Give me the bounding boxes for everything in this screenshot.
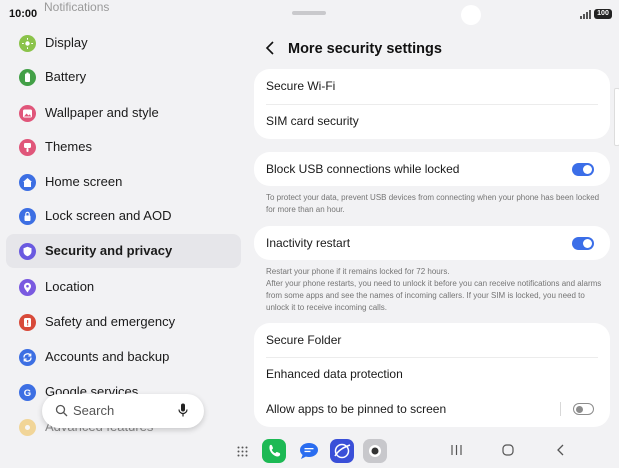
- inactivity-restart-description: Restart your phone if it remains locked …: [266, 266, 606, 314]
- taskbar: [0, 428, 619, 467]
- detail-panel: More security settings Secure Wi-Fi SIM …: [248, 26, 619, 467]
- sidebar-item-lock-screen[interactable]: Lock screen and AOD: [6, 199, 241, 233]
- sun-icon: [19, 35, 36, 52]
- sidebar-item-home-screen[interactable]: Home screen: [6, 165, 241, 199]
- usb-block-card: Block USB connections while locked: [254, 152, 610, 186]
- sidebar-item-wallpaper[interactable]: Wallpaper and style: [6, 96, 241, 130]
- app-pinning-row[interactable]: Allow apps to be pinned to screen: [254, 392, 610, 426]
- svg-text:G: G: [24, 388, 31, 398]
- folder-protection-card: Secure Folder Enhanced data protection A…: [254, 323, 610, 427]
- enhanced-data-protection-row[interactable]: Enhanced data protection: [254, 357, 610, 391]
- home-icon: [19, 174, 36, 191]
- recents-button[interactable]: [451, 444, 462, 456]
- camera-cutout: [461, 5, 481, 25]
- google-icon: G: [19, 384, 36, 401]
- phone-app-icon[interactable]: [262, 439, 286, 463]
- sidebar-item-label: Home screen: [45, 174, 123, 189]
- image-icon: [19, 105, 36, 122]
- sidebar-item-safety-emergency[interactable]: Safety and emergency: [6, 305, 241, 339]
- sync-icon: [19, 349, 36, 366]
- scrollbar[interactable]: [614, 88, 619, 146]
- internet-browser-app-icon[interactable]: [330, 439, 354, 463]
- battery-indicator: 100: [594, 9, 612, 19]
- block-usb-row[interactable]: Block USB connections while locked: [254, 152, 610, 186]
- sidebar-item-label: Display: [45, 35, 88, 50]
- inactivity-restart-card: Inactivity restart: [254, 226, 610, 260]
- block-usb-toggle[interactable]: [572, 163, 594, 176]
- inactivity-restart-toggle[interactable]: [572, 237, 594, 250]
- secure-folder-label: Secure Folder: [266, 333, 342, 347]
- notifications-ghost-label: Notifications: [44, 0, 110, 14]
- messages-app-icon[interactable]: [297, 439, 321, 463]
- app-pinning-toggle[interactable]: [573, 403, 594, 415]
- secure-wifi-row[interactable]: Secure Wi-Fi: [254, 69, 610, 103]
- secure-wifi-label: Secure Wi-Fi: [266, 79, 336, 93]
- inactivity-restart-desc-line2: After your phone restarts, you need to u…: [266, 279, 602, 312]
- shield-icon: [19, 243, 36, 260]
- app-drawer-icon[interactable]: [237, 446, 248, 457]
- search-bar[interactable]: Search: [42, 394, 204, 428]
- sidebar-item-label: Lock screen and AOD: [45, 208, 172, 223]
- search-placeholder: Search: [73, 403, 115, 418]
- sidebar-item-label: Themes: [45, 139, 92, 154]
- sim-card-security-row[interactable]: SIM card security: [254, 104, 610, 138]
- block-usb-description: To protect your data, prevent USB device…: [266, 193, 600, 214]
- inactivity-restart-desc-line1: Restart your phone if it remains locked …: [266, 267, 450, 276]
- clock: 10:00: [9, 8, 38, 20]
- status-bar: Notifications 10:00 100: [0, 0, 619, 26]
- search-icon: [55, 404, 68, 417]
- block-usb-label: Block USB connections while locked: [266, 162, 460, 176]
- sidebar-item-display[interactable]: Display: [6, 26, 241, 60]
- location-pin-icon: [19, 279, 36, 296]
- sidebar-item-themes[interactable]: Themes: [6, 130, 241, 164]
- sidebar-item-label: Wallpaper and style: [45, 105, 159, 120]
- alert-icon: [19, 314, 36, 331]
- sidebar-item-battery[interactable]: Battery: [6, 60, 241, 94]
- page-title: More security settings: [288, 41, 442, 57]
- sidebar-item-location[interactable]: Location: [6, 270, 241, 304]
- toggle-knob: [576, 405, 583, 413]
- sidebar-item-accounts-backup[interactable]: Accounts and backup: [6, 340, 241, 374]
- toggle-knob: [583, 239, 592, 248]
- drag-handle[interactable]: [292, 11, 326, 15]
- sidebar-item-label: Location: [45, 279, 95, 294]
- back-arrow-icon[interactable]: [264, 40, 278, 56]
- inactivity-restart-row[interactable]: Inactivity restart: [254, 226, 610, 260]
- battery-icon: [19, 69, 36, 86]
- toggle-knob: [583, 165, 592, 174]
- sidebar-item-security-privacy[interactable]: Security and privacy: [6, 234, 241, 268]
- settings-sidebar: Display Battery Wallpaper and style Them…: [0, 26, 248, 467]
- secure-folder-row[interactable]: Secure Folder: [254, 323, 610, 357]
- signal-icon: [580, 10, 591, 19]
- sim-card-security-label: SIM card security: [266, 114, 359, 128]
- brush-icon: [19, 139, 36, 156]
- enhanced-data-protection-label: Enhanced data protection: [266, 367, 403, 381]
- inactivity-restart-label: Inactivity restart: [266, 236, 351, 250]
- app-pinning-label: Allow apps to be pinned to screen: [266, 402, 447, 416]
- lock-icon: [19, 208, 36, 225]
- sidebar-item-label: Accounts and backup: [45, 349, 170, 364]
- sidebar-item-label: Security and privacy: [45, 243, 173, 258]
- microphone-icon[interactable]: [178, 403, 188, 418]
- network-sim-card: Secure Wi-Fi SIM card security: [254, 69, 610, 139]
- divider: [560, 402, 561, 416]
- back-button[interactable]: [556, 444, 566, 456]
- sidebar-item-label: Safety and emergency: [45, 314, 176, 329]
- camera-app-icon[interactable]: [363, 439, 387, 463]
- sidebar-item-label: Battery: [45, 69, 87, 84]
- home-button[interactable]: [502, 444, 514, 456]
